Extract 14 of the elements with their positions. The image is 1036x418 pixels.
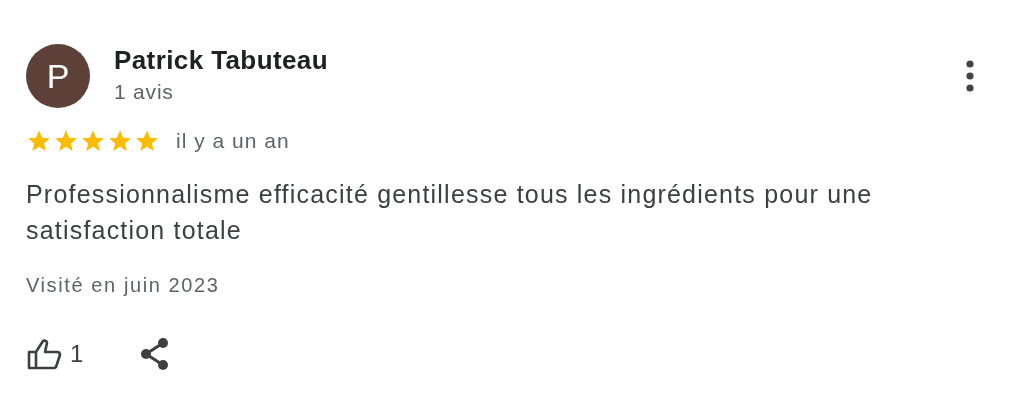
author-name[interactable]: Patrick Tabuteau [114, 44, 966, 76]
more-options-icon[interactable] [966, 60, 974, 92]
like-button[interactable]: 1 [26, 337, 84, 371]
avatar[interactable]: P [26, 44, 90, 108]
review-time: il y a un an [176, 129, 290, 153]
visit-date: Visité en juin 2023 [26, 274, 221, 297]
thumbs-up-icon [26, 337, 62, 371]
star-icon [80, 128, 106, 154]
review-text: Professionnalisme efficacité gentillesse tous les ingrédients pour une satisfaction totale [26, 179, 874, 246]
star-icon [134, 128, 160, 154]
review-count: 1 avis [114, 79, 175, 105]
star-icon [26, 128, 52, 154]
star-icon [53, 128, 79, 154]
star-icon [107, 128, 133, 154]
